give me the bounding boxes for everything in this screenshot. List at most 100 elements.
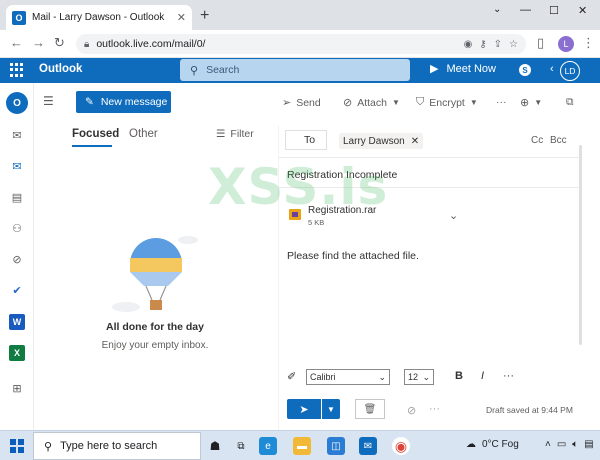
attachment-menu-chevron-icon[interactable]: ⌄ — [449, 209, 458, 222]
more-formatting-icon[interactable]: ··· — [503, 370, 514, 382]
search-icon: ⚲ — [44, 440, 53, 453]
more-actions-icon[interactable]: ··· — [429, 403, 440, 415]
bookmark-star-icon[interactable]: ☆ — [509, 39, 518, 50]
tab-search-icon[interactable]: ⌄ — [493, 4, 501, 15]
send-command[interactable]: ➢ Send — [282, 96, 321, 110]
window-close-icon[interactable]: ✕ — [578, 4, 587, 17]
encrypt-command[interactable]: ⛉ Encrypt ▼ — [416, 96, 478, 109]
new-tab-button[interactable]: + — [200, 7, 209, 25]
view-icon[interactable]: ◉ — [464, 39, 473, 50]
filter-button[interactable]: ☰ Filter — [216, 128, 254, 140]
app-name[interactable]: Outlook — [39, 63, 82, 75]
address-bar-row: ← → ↻ 🔒︎ outlook.live.com/mail/0/ ◉ ⚷ ⇪ … — [0, 30, 600, 58]
font-size-select[interactable]: 12 ⌄ — [404, 369, 434, 385]
browser-menu-icon[interactable]: ⋮ — [582, 35, 595, 51]
header-more-icon[interactable]: ‹ — [550, 63, 554, 75]
chevron-down-icon: ⌄ — [422, 371, 430, 382]
lock-icon[interactable]: 🔒︎ — [84, 39, 89, 50]
mail-app-icon[interactable]: ✉ — [359, 437, 377, 455]
chrome-browser-icon[interactable]: ◉ — [392, 437, 410, 455]
more-apps-icon[interactable]: ⊞ — [9, 380, 25, 396]
filter-icon: ☰ — [216, 128, 226, 140]
remove-recipient-icon[interactable]: ✕ — [411, 136, 419, 147]
attach-command[interactable]: ⊘ Attach ▼ — [343, 96, 400, 110]
discard-button[interactable]: 🗑︎ — [355, 399, 385, 419]
omnibox[interactable]: 🔒︎ outlook.live.com/mail/0/ ◉ ⚷ ⇪ ☆ — [76, 34, 526, 54]
font-family-select[interactable]: Calibri ⌄ — [306, 369, 390, 385]
calendar-icon[interactable]: ▤ — [9, 189, 25, 205]
notifications-icon[interactable]: ▤ — [584, 439, 593, 450]
mail-icon[interactable]: ✉ — [9, 158, 25, 174]
bcc-button[interactable]: Bcc — [550, 135, 567, 146]
maximize-icon[interactable]: ☐ — [549, 4, 559, 17]
zoom-command[interactable]: ⊕ ▼ — [520, 96, 542, 109]
todo-icon[interactable]: ✔ — [9, 282, 25, 298]
search-highlight-icon[interactable]: ☗ — [206, 437, 224, 455]
formatting-toolbar: ✐ Calibri ⌄ 12 ⌄ B I ··· — [279, 365, 587, 389]
side-panel-icon[interactable]: ▯ — [537, 35, 544, 51]
balloon-rope — [159, 285, 167, 301]
back-icon[interactable]: ← — [10, 35, 23, 50]
more-options-icon[interactable]: ··· — [496, 96, 507, 108]
italic-icon[interactable]: I — [481, 370, 484, 382]
tray-chevron-icon[interactable]: ˄ — [545, 439, 551, 450]
encrypt-label: Encrypt — [429, 96, 465, 109]
format-painter-icon[interactable]: ✐ — [287, 370, 296, 383]
new-message-button[interactable]: ✎ New message — [76, 91, 171, 113]
outlook-logo-icon[interactable]: O — [6, 92, 28, 114]
search-box[interactable]: ⚲ Search — [180, 59, 410, 81]
app-launcher-icon[interactable] — [10, 63, 24, 77]
file-explorer-icon[interactable]: ▬ — [293, 437, 311, 455]
people-icon[interactable]: ⚇ — [9, 220, 25, 236]
browser-tab[interactable]: O Mail - Larry Dawson - Outlook ✕ — [6, 5, 192, 30]
taskbar-search[interactable]: ⚲ Type here to search — [33, 432, 201, 460]
windows-start-icon[interactable] — [10, 439, 24, 453]
meet-now-button[interactable]: ▶ Meet Now — [430, 62, 496, 76]
cc-button[interactable]: Cc — [531, 135, 543, 146]
outlook-header: Outlook ⚲ Search ▶ Meet Now S ‹ LD — [0, 58, 600, 83]
to-button[interactable]: To — [285, 130, 327, 150]
send-options-button[interactable]: ▼ — [322, 399, 340, 419]
draft-status: Draft saved at 9:44 PM — [486, 405, 573, 415]
bold-icon[interactable]: B — [455, 370, 463, 382]
chevron-down-icon: ▼ — [392, 98, 400, 107]
skype-icon[interactable]: S — [519, 64, 531, 76]
balloon-rope — [145, 285, 153, 301]
minimize-icon[interactable]: — — [520, 4, 531, 16]
volume-icon[interactable]: 🔈︎ — [572, 439, 578, 450]
weather-widget[interactable]: ☁ 0°C Fog — [466, 439, 519, 450]
balloon-band — [130, 258, 182, 272]
store-icon[interactable]: ◫ — [327, 437, 345, 455]
close-tab-icon[interactable]: ✕ — [177, 11, 186, 24]
message-body[interactable]: Please find the attached file. — [287, 250, 419, 262]
attachment-icon[interactable]: ⊘ — [9, 251, 25, 267]
network-icon[interactable]: ▭ — [557, 439, 566, 450]
outlook-favicon-icon: O — [12, 10, 26, 25]
tab-focused[interactable]: Focused — [72, 128, 119, 140]
send-row: ➤ ▼ 🗑︎ ⊘ ··· Draft saved at 9:44 PM — [279, 395, 587, 425]
user-avatar[interactable]: LD — [560, 61, 580, 81]
pop-out-icon[interactable]: ⧉ — [566, 96, 574, 109]
word-icon[interactable]: W — [9, 314, 25, 330]
app-rail: O ✉ ✉ ▤ ⚇ ⊘ ✔ W X ⊞ — [0, 83, 34, 430]
empty-inbox-subtitle: Enjoy your empty inbox. — [101, 340, 209, 351]
forward-icon[interactable]: → — [32, 35, 45, 50]
browser-profile-avatar[interactable]: L — [558, 36, 574, 52]
edge-browser-icon[interactable]: e — [259, 437, 277, 455]
hamburger-menu-icon[interactable]: ☰ — [43, 94, 54, 108]
compose-scrollbar[interactable] — [579, 145, 582, 345]
attach-file-icon[interactable]: ⊘ — [407, 404, 416, 417]
excel-icon[interactable]: X — [9, 345, 25, 361]
compose-icon[interactable]: ✉ — [9, 127, 25, 143]
task-view-icon[interactable]: ⧉ — [232, 437, 250, 455]
share-icon[interactable]: ⇪ — [494, 39, 502, 50]
attach-label: Attach — [357, 96, 387, 109]
attachment-size: 5 KB — [308, 218, 325, 227]
url-text[interactable]: outlook.live.com/mail/0/ — [96, 38, 456, 50]
reload-icon[interactable]: ↻ — [54, 35, 65, 51]
send-button[interactable]: ➤ — [287, 399, 321, 419]
recipient-chip[interactable]: Larry Dawson ✕ — [339, 133, 424, 149]
tab-other[interactable]: Other — [129, 128, 158, 140]
key-icon[interactable]: ⚷ — [479, 39, 486, 50]
browser-tab-bar: O Mail - Larry Dawson - Outlook ✕ + ⌄ — … — [0, 0, 600, 30]
